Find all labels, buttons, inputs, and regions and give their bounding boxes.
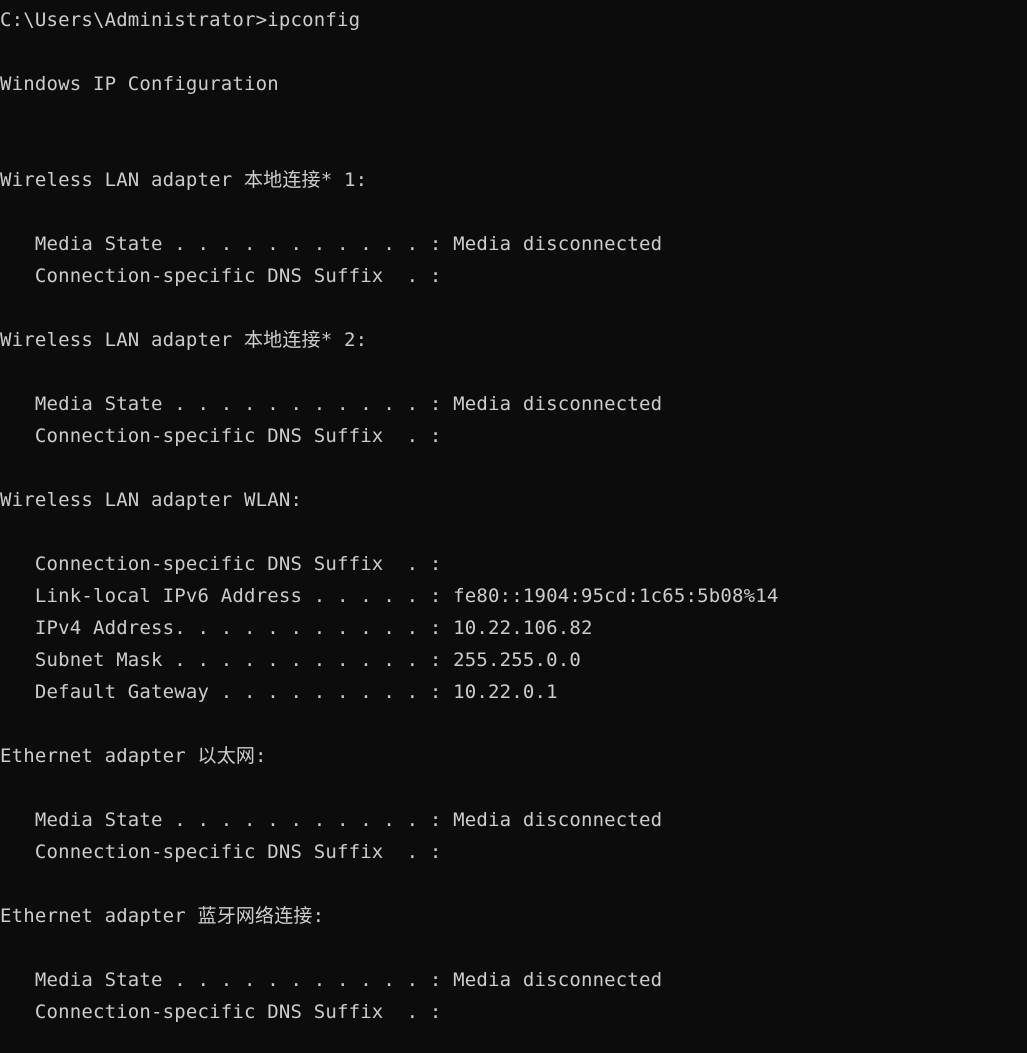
- terminal-line: Connection-specific DNS Suffix . :: [0, 425, 442, 447]
- terminal-line: Connection-specific DNS Suffix . :: [0, 265, 442, 287]
- terminal-line: Ethernet adapter 以太网:: [0, 745, 267, 767]
- terminal-line: Connection-specific DNS Suffix . :: [0, 553, 442, 575]
- terminal-output-buffer: C:\Users\Administrator>ipconfig Windows I…: [0, 0, 1027, 1028]
- terminal-line: Link-local IPv6 Address . . . . . : fe80…: [0, 585, 779, 607]
- terminal-line: Wireless LAN adapter 本地连接* 2:: [0, 329, 368, 351]
- terminal-line: Media State . . . . . . . . . . . : Medi…: [0, 393, 663, 415]
- terminal-line: IPv4 Address. . . . . . . . . . . : 10.2…: [0, 617, 593, 639]
- terminal-line: Default Gateway . . . . . . . . . : 10.2…: [0, 681, 558, 703]
- terminal-line: Connection-specific DNS Suffix . :: [0, 1001, 442, 1023]
- terminal-window[interactable]: C:\Users\Administrator>ipconfig Windows I…: [0, 0, 1027, 1053]
- terminal-line: Subnet Mask . . . . . . . . . . . : 255.…: [0, 649, 581, 671]
- terminal-line: Windows IP Configuration: [0, 73, 279, 95]
- terminal-line: Wireless LAN adapter 本地连接* 1:: [0, 169, 368, 191]
- terminal-line: Media State . . . . . . . . . . . : Medi…: [0, 233, 663, 255]
- terminal-line: Connection-specific DNS Suffix . :: [0, 841, 442, 863]
- terminal-line: C:\Users\Administrator>ipconfig: [0, 9, 361, 31]
- terminal-line: Ethernet adapter 蓝牙网络连接:: [0, 905, 325, 927]
- terminal-line: Wireless LAN adapter WLAN:: [0, 489, 303, 511]
- terminal-line: Media State . . . . . . . . . . . : Medi…: [0, 969, 663, 991]
- terminal-line: Media State . . . . . . . . . . . : Medi…: [0, 809, 663, 831]
